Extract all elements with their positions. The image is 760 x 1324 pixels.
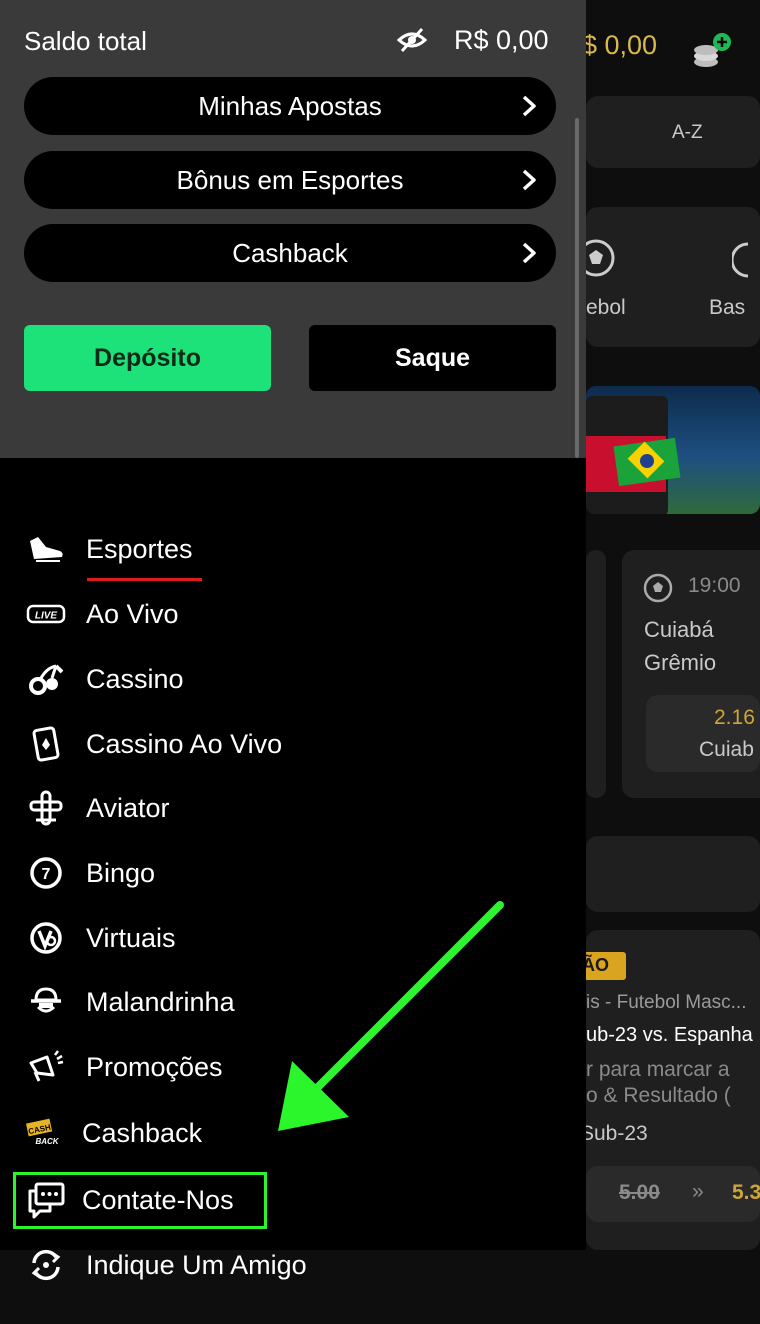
double-chevron-icon: »	[692, 1180, 704, 1203]
sport-basketball-label[interactable]: Bas	[709, 296, 745, 320]
promo-fixture: ub-23 vs. Espanha	[586, 1024, 753, 1046]
refer-icon	[24, 1243, 68, 1287]
balance-value: R$ 0,00	[454, 25, 549, 55]
green-arrow-annotation	[274, 898, 507, 1135]
match-time: 19:00	[688, 574, 741, 597]
menu-label: Malandrinha	[86, 986, 235, 1017]
menu-item-cassino-ao-vivo[interactable]: Cassino Ao Vivo	[24, 719, 282, 769]
promo-line-1: r para marcar a	[586, 1058, 730, 1081]
svg-text:7: 7	[42, 866, 51, 883]
megaphone-icon	[24, 1045, 68, 1089]
promo-league: is - Futebol Masc...	[586, 992, 747, 1013]
menu-label: Indique Um Amigo	[86, 1249, 307, 1280]
menu-item-aviator[interactable]: Aviator	[24, 783, 170, 833]
odd-value: 2.16	[714, 706, 755, 729]
menu-item-cashback[interactable]: CASH BACK Cashback	[24, 1108, 202, 1158]
cashback-link-label: Cashback	[232, 237, 348, 268]
menu-item-promocoes[interactable]: Promoções	[24, 1042, 223, 1092]
promo-line-2: o & Resultado (	[586, 1084, 731, 1107]
cashback-link[interactable]: Cashback	[24, 224, 556, 282]
svg-text:BACK: BACK	[35, 1137, 59, 1146]
menu-label: Ao Vivo	[86, 598, 179, 629]
live-icon: LIVE	[24, 592, 68, 636]
menu-label: Cashback	[82, 1117, 203, 1148]
basketball-icon	[732, 242, 749, 278]
menu-item-ao-vivo[interactable]: LIVE Ao Vivo	[24, 589, 179, 639]
cherries-icon	[24, 657, 68, 701]
highlight-box	[13, 1172, 267, 1229]
active-indicator	[87, 578, 202, 581]
eye-off-icon[interactable]	[396, 26, 428, 54]
match-card-left	[586, 550, 606, 798]
deposit-button[interactable]: Depósito	[24, 325, 271, 391]
header-balance: $ 0,00	[582, 30, 658, 60]
menu-label: Aviator	[86, 792, 170, 823]
menu-label: Cassino	[86, 663, 184, 694]
wallet-section: Saldo total R$ 0,00 Minhas Apostas Bônus…	[0, 0, 586, 458]
promo-banner[interactable]	[586, 386, 760, 514]
balance-label: Saldo total	[24, 26, 147, 56]
promo-team: Sub-23	[580, 1122, 648, 1145]
sports-bonus-label: Bônus em Esportes	[176, 164, 404, 195]
coins-add-icon[interactable]	[690, 30, 734, 74]
menu-item-bingo[interactable]: 7 Bingo	[24, 848, 155, 898]
sports-bonus-link[interactable]: Bônus em Esportes	[24, 151, 556, 209]
soccer-ball-icon	[643, 573, 673, 603]
menu-item-indique-um-amigo[interactable]: Indique Um Amigo	[24, 1240, 307, 1290]
sports-shoe-icon	[24, 527, 68, 571]
promo-new-odd: 5.3	[732, 1181, 760, 1204]
chevron-right-icon	[522, 95, 536, 117]
menu-item-cassino[interactable]: Cassino	[24, 654, 184, 704]
section-bar	[586, 836, 760, 912]
hat-icon	[24, 980, 68, 1024]
odd-label: Cuiab	[699, 738, 754, 761]
drawer-scrollbar[interactable]	[575, 118, 579, 458]
match-home-team: Cuiabá	[644, 617, 714, 642]
menu-label: Bingo	[86, 857, 156, 888]
virtual-icon	[24, 916, 68, 960]
my-bets-link[interactable]: Minhas Apostas	[24, 77, 556, 135]
withdraw-button[interactable]: Saque	[309, 325, 556, 391]
menu-label: Virtuais	[86, 922, 176, 953]
match-away-team: Grêmio	[644, 650, 717, 675]
airplane-icon	[24, 786, 68, 830]
promo-badge-text: ÃO	[582, 955, 609, 975]
menu-item-esportes[interactable]: Esportes	[24, 524, 193, 574]
menu-label: Promoções	[86, 1051, 223, 1082]
bingo-ball-icon: 7	[24, 851, 68, 895]
sort-az-button[interactable]: A-Z	[672, 122, 703, 144]
cashback-icon: CASH BACK	[24, 1111, 68, 1155]
my-bets-label: Minhas Apostas	[198, 90, 382, 121]
card-icon	[24, 722, 68, 766]
menu-label: Cassino Ao Vivo	[86, 728, 283, 759]
chevron-right-icon	[522, 242, 536, 264]
sport-football-label[interactable]: ebol	[586, 296, 626, 320]
svg-text:LIVE: LIVE	[35, 611, 58, 622]
chevron-right-icon	[522, 169, 536, 191]
promo-old-odd: 5.00	[619, 1181, 660, 1204]
menu-label: Esportes	[86, 533, 193, 564]
menu-item-malandrinha[interactable]: Malandrinha	[24, 977, 235, 1027]
menu-item-virtuais[interactable]: Virtuais	[24, 913, 176, 963]
